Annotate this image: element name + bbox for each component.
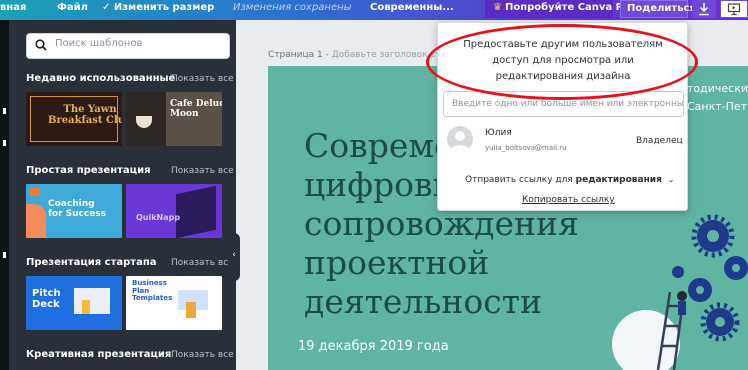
link-permission-dropdown[interactable]: Отправить ссылку для редактирования ⌄ <box>465 175 674 185</box>
search-box[interactable] <box>26 33 230 59</box>
resize-button[interactable]: ✓ Изменить размер <box>102 2 214 13</box>
template-thumbnail-label: Cafe Deluca Moon <box>170 99 222 119</box>
nav-marker <box>3 140 6 146</box>
chevron-down-icon: ⌄ <box>667 175 675 184</box>
copy-link-button[interactable]: Копировать ссылку <box>522 195 615 205</box>
section-title: Недавно использованные <box>26 73 176 84</box>
template-thumbnail[interactable]: The Yawn Breakfast Club <box>26 92 122 146</box>
templates-panel: Недавно использованные Показать все The … <box>9 20 236 370</box>
try-pro-button[interactable]: ♛ Попробуйте Canva Pro <box>485 0 635 18</box>
see-all-link[interactable]: Показать все <box>171 350 234 360</box>
template-thumbnail-label: Business Plan Templates <box>132 279 173 303</box>
crown-icon: ♛ <box>493 2 502 13</box>
section-title: Простая презентация <box>26 165 151 176</box>
slide-corner-text[interactable]: тодически Санкт-Пет <box>687 80 748 116</box>
chevron-left-icon: ‹ <box>232 250 236 260</box>
search-input[interactable] <box>55 38 225 49</box>
collapse-panel-button[interactable]: ‹ <box>228 233 240 281</box>
template-thumbnail-label: The Yawn Breakfast Club <box>48 104 122 126</box>
share-button[interactable]: Поделиться <box>620 0 696 18</box>
link-permission-prefix: Отправить ссылку для <box>465 175 573 185</box>
template-thumbnail-label: Pitch Deck <box>32 288 61 310</box>
user-email: yulia_boitsova@mail.ru <box>485 144 567 152</box>
save-status: Изменения сохранены <box>233 2 352 13</box>
template-thumbnail[interactable]: Cafe Deluca Moon <box>126 92 222 146</box>
present-icon[interactable] <box>720 0 748 18</box>
section-title: Креативная презентация <box>26 349 172 360</box>
link-permission-mode: редактирования <box>575 175 662 185</box>
download-icon[interactable] <box>692 0 716 18</box>
see-all-link[interactable]: Показать все <box>171 166 234 176</box>
file-menu[interactable]: Файл <box>57 2 88 13</box>
template-thumbnail-label: Coaching for Success <box>48 199 107 219</box>
see-all-link[interactable]: Показать все <box>171 74 234 84</box>
template-thumbnail[interactable]: QuikNapp <box>126 184 222 238</box>
nav-marker <box>3 108 6 114</box>
template-thumbnail[interactable]: Pitch Deck <box>26 276 122 330</box>
template-thumbnail[interactable]: Business Plan Templates <box>126 276 222 330</box>
slide-date[interactable]: 19 декабря 2019 года <box>298 339 449 354</box>
section-title: Презентация стартапа <box>26 257 157 268</box>
see-all-link[interactable]: Показать все <box>171 258 234 268</box>
page-header: Страница 1 - Добавьте заголовок стр <box>268 50 446 60</box>
user-name: Юлия <box>485 128 512 138</box>
gears-illustration <box>612 214 748 370</box>
document-title[interactable]: Современны... <box>370 2 454 13</box>
side-nav-strip <box>0 20 9 370</box>
avatar <box>447 126 473 152</box>
page-label: Страница 1 - <box>268 50 329 60</box>
template-thumbnail[interactable]: Coaching for Success <box>26 184 122 238</box>
search-icon <box>35 39 47 51</box>
template-thumbnail-label: QuikNapp <box>136 213 181 222</box>
top-bar: вная Файл ✓ Изменить размер Изменения со… <box>0 0 748 20</box>
home-link[interactable]: вная <box>0 2 26 13</box>
try-pro-label: Попробуйте Canva Pro <box>504 2 635 13</box>
nav-marker <box>3 252 6 258</box>
user-role: Владелец <box>636 136 683 146</box>
highlight-annotation <box>426 24 698 100</box>
